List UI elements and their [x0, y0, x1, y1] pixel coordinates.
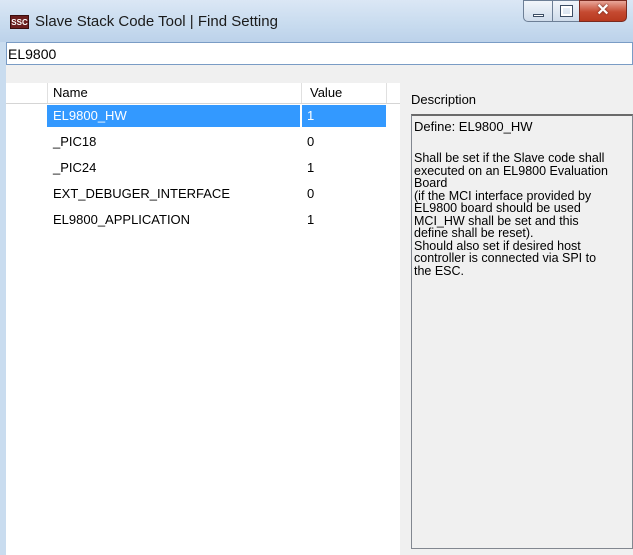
selection-highlight — [302, 105, 386, 127]
close-button[interactable]: ✕ — [579, 0, 627, 22]
setting-name: EL9800_HW — [53, 108, 127, 123]
setting-value[interactable]: 1 — [307, 160, 314, 175]
setting-value[interactable]: 0 — [307, 186, 314, 201]
app-window: SSC Slave Stack Code Tool | Find Setting… — [0, 0, 633, 555]
table-row[interactable]: _PIC24 1 — [6, 157, 400, 179]
window-title: Slave Stack Code Tool | Find Setting — [35, 13, 278, 30]
description-define: Define: EL9800_HW — [414, 119, 533, 134]
column-header-value[interactable]: Value — [310, 85, 342, 100]
settings-grid[interactable]: Name Value EL9800_HW 1 _PIC18 0 _PIC24 1… — [6, 83, 400, 555]
search-input[interactable] — [6, 42, 633, 65]
minimize-button[interactable] — [523, 0, 553, 22]
table-row[interactable]: EL9800_APPLICATION 1 — [6, 209, 400, 231]
setting-name: _PIC18 — [53, 134, 97, 149]
setting-value[interactable]: 1 — [307, 108, 314, 123]
description-box[interactable]: Define: EL9800_HW Shall be set if the Sl… — [411, 114, 633, 549]
grid-header: Name Value — [6, 83, 400, 104]
setting-name: _PIC24 — [53, 160, 97, 175]
close-icon: ✕ — [596, 2, 610, 19]
column-separator[interactable] — [47, 83, 48, 103]
description-text: Shall be set if the Slave code shall exe… — [414, 151, 608, 278]
table-row[interactable]: EL9800_HW 1 — [6, 105, 400, 127]
maximize-button[interactable] — [552, 0, 580, 22]
maximize-icon — [560, 5, 573, 17]
client-area: Name Value EL9800_HW 1 _PIC18 0 _PIC24 1… — [6, 42, 633, 555]
column-header-name[interactable]: Name — [53, 85, 88, 100]
minimize-icon — [533, 14, 544, 17]
column-separator[interactable] — [301, 83, 302, 103]
description-label: Description — [411, 92, 477, 107]
table-row[interactable]: _PIC18 0 — [6, 131, 400, 153]
table-row[interactable]: EXT_DEBUGER_INTERFACE 0 — [6, 183, 400, 205]
title-bar[interactable]: SSC Slave Stack Code Tool | Find Setting… — [0, 0, 633, 42]
app-icon[interactable]: SSC — [10, 15, 29, 29]
setting-value[interactable]: 0 — [307, 134, 314, 149]
column-separator[interactable] — [386, 83, 387, 103]
setting-value[interactable]: 1 — [307, 212, 314, 227]
setting-name: EXT_DEBUGER_INTERFACE — [53, 186, 230, 201]
setting-name: EL9800_APPLICATION — [53, 212, 191, 227]
